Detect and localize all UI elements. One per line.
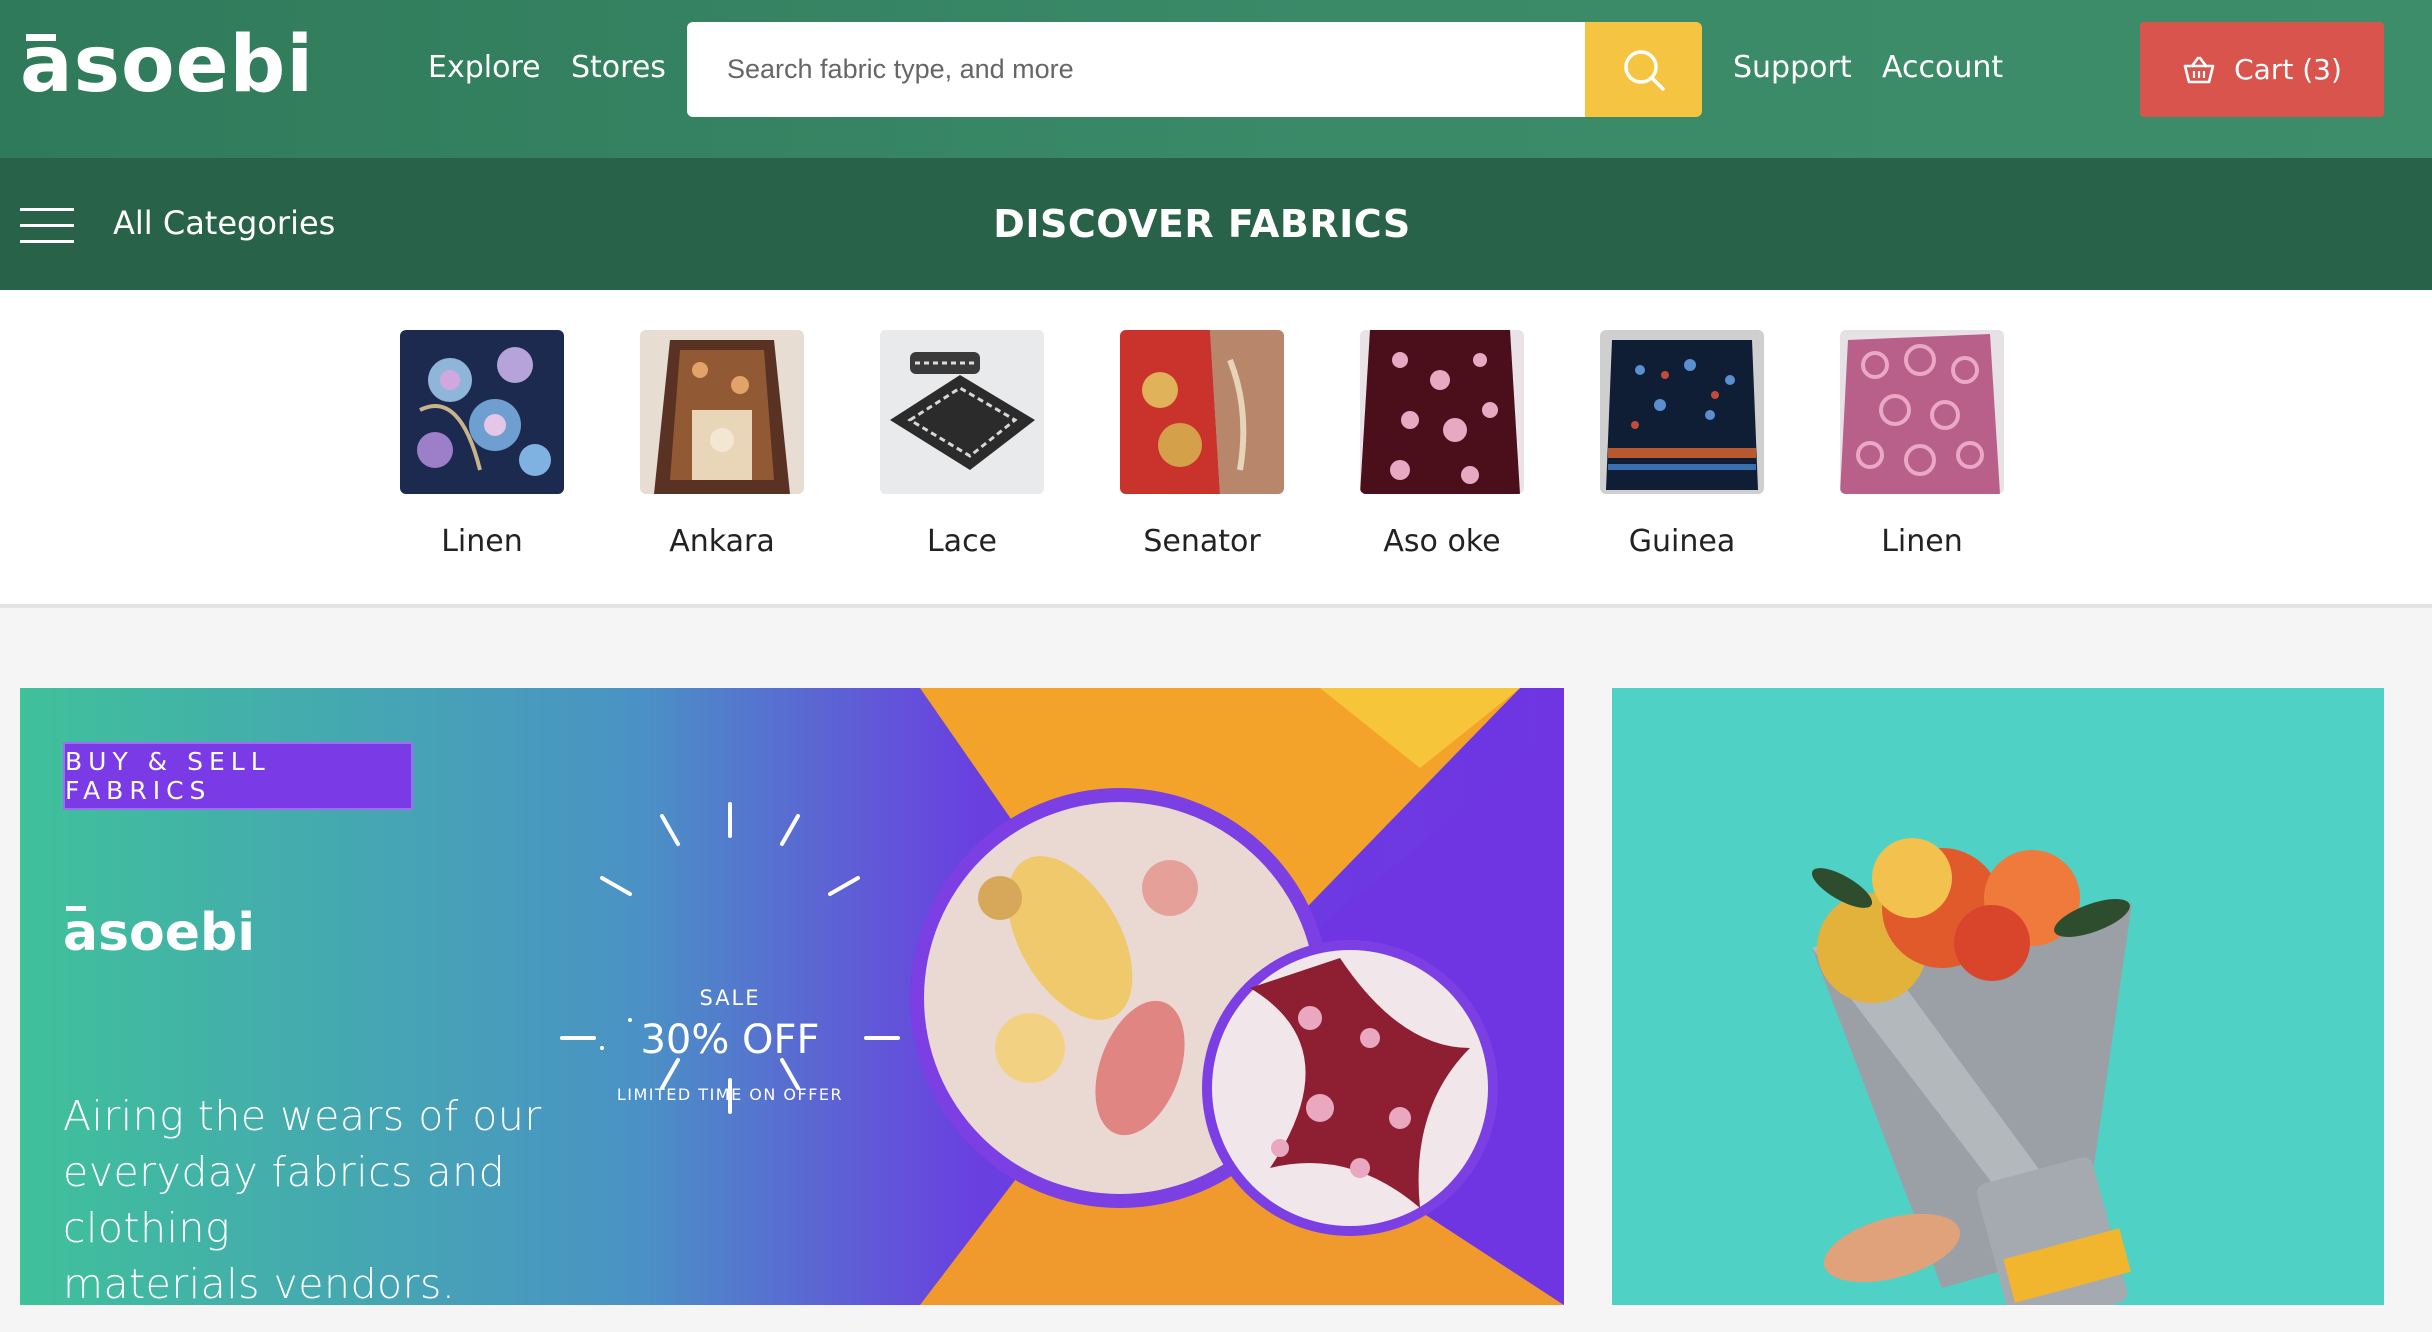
- top-header: asoebi Explore Stores Support Account Ca…: [0, 0, 2432, 158]
- fabric-item-ankara[interactable]: Ankara: [640, 330, 804, 559]
- fabric-thumbnail: [1840, 330, 2004, 494]
- fabric-item-linen-2[interactable]: Linen: [1840, 330, 2004, 559]
- fabric-thumbnail: [880, 330, 1044, 494]
- sale-label: SALE: [699, 986, 761, 1010]
- promo-banner[interactable]: BUY & SELL FABRICS asoebi SALE 30% OFF L…: [20, 688, 1564, 1305]
- fabric-thumbnail: [1120, 330, 1284, 494]
- search-input[interactable]: [687, 22, 1587, 117]
- nav-account[interactable]: Account: [1882, 50, 2003, 85]
- cart-button[interactable]: Cart (3): [2140, 22, 2384, 117]
- sunburst-icon: [560, 802, 900, 1114]
- fabric-label: Aso oke: [1383, 524, 1501, 559]
- discount-text: 30% OFF: [640, 1017, 820, 1063]
- nav-stores[interactable]: Stores: [571, 50, 666, 85]
- logo-wordmark: asoebi: [20, 20, 315, 110]
- fabric-thumbnail: [1600, 330, 1764, 494]
- fabric-thumbnail: [400, 330, 564, 494]
- fabric-label: Ankara: [669, 524, 775, 559]
- fabric-label: Guinea: [1628, 524, 1736, 559]
- fabric-item-guinea[interactable]: Guinea: [1600, 330, 1764, 559]
- site-logo[interactable]: asoebi: [20, 14, 314, 104]
- section-title: DISCOVER FABRICS: [993, 202, 1411, 246]
- fabric-item-linen[interactable]: Linen: [400, 330, 564, 559]
- fabric-item-senator[interactable]: Senator: [1120, 330, 1284, 559]
- fabric-thumbnail: [1360, 330, 1524, 494]
- megaphone-banner[interactable]: [1612, 688, 2384, 1305]
- fabric-label: Senator: [1143, 524, 1261, 559]
- fabric-item-aso-oke[interactable]: Aso oke: [1360, 330, 1524, 559]
- nav-support[interactable]: Support: [1733, 50, 1852, 85]
- fabric-label: Linen: [441, 524, 523, 559]
- fabric-thumbnail: [640, 330, 804, 494]
- fabric-label: Lace: [926, 524, 998, 559]
- megaphone-flowers-image: [1612, 688, 2384, 1305]
- buy-sell-tag: BUY & SELL FABRICS: [63, 742, 413, 810]
- fabric-label: Linen: [1881, 524, 1963, 559]
- sale-badge: SALE 30% OFF LIMITED TIME ON OFFER: [560, 788, 900, 1128]
- fabric-item-lace[interactable]: Lace: [880, 330, 1044, 559]
- search-button[interactable]: [1585, 22, 1702, 117]
- nav-explore[interactable]: Explore: [428, 50, 541, 85]
- cart-label: Cart (3): [2234, 53, 2342, 86]
- fabric-categories: Linen Ankara Lace Senator Aso oke Guinea…: [0, 290, 2432, 608]
- search-icon: [1623, 49, 1665, 91]
- category-bar: All Categories DISCOVER FABRICS: [0, 158, 2432, 290]
- banner-copy: Airing the wears of our everyday fabrics…: [63, 1092, 542, 1305]
- banner-logo: asoebi: [63, 903, 256, 963]
- basket-icon: [2183, 56, 2215, 83]
